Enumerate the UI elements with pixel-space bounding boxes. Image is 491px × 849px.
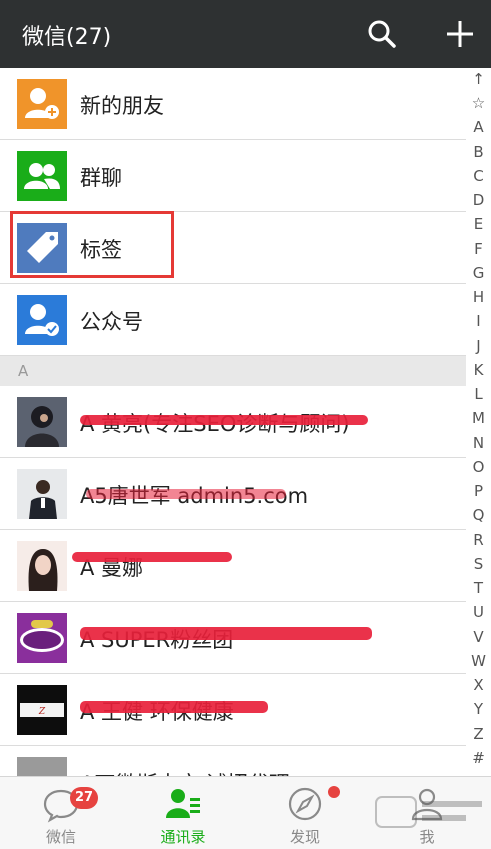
section-letter: A	[18, 362, 29, 380]
top-bar: 微信(27)	[0, 0, 491, 68]
tab-label: 发现	[289, 828, 320, 846]
index-letter[interactable]: Y	[466, 700, 491, 718]
svg-text:Z: Z	[38, 707, 46, 717]
alphabet-index[interactable]: ↑ ☆ A B C D E F G H I J K L M N O P Q R S T U V W X Y Z #	[466, 68, 491, 780]
avatar	[17, 613, 67, 663]
section-header-a: A	[0, 356, 466, 386]
index-letter[interactable]: M	[466, 409, 491, 427]
index-letter[interactable]: U	[466, 603, 491, 621]
highlight-box	[10, 211, 174, 278]
index-letter[interactable]: C	[466, 167, 491, 185]
index-letter[interactable]: P	[466, 482, 491, 500]
index-letter[interactable]: V	[466, 628, 491, 646]
index-letter[interactable]: S	[466, 555, 491, 573]
avatar	[17, 469, 67, 519]
index-letter[interactable]: W	[466, 652, 491, 670]
row-label: 新的朋友	[80, 94, 164, 118]
tab-label: 微信	[45, 828, 76, 846]
index-letter[interactable]: L	[466, 385, 491, 403]
contacts-icon	[164, 785, 202, 823]
redaction-mark	[80, 627, 372, 640]
index-letter[interactable]: D	[466, 191, 491, 209]
page-title: 微信(27)	[22, 25, 112, 50]
index-letter[interactable]: B	[466, 143, 491, 161]
index-letter[interactable]: ☆	[466, 94, 491, 112]
contact-row[interactable]: A5唐世军 admin5.com	[0, 458, 466, 530]
index-letter[interactable]: R	[466, 531, 491, 549]
redaction-mark	[86, 489, 286, 499]
index-letter[interactable]: Z	[466, 725, 491, 743]
index-letter[interactable]: K	[466, 361, 491, 379]
unread-badge: 27	[70, 787, 98, 809]
add-friend-icon	[17, 79, 67, 129]
group-chat-icon	[17, 151, 67, 201]
index-letter[interactable]: O	[466, 458, 491, 476]
official-account-icon	[17, 295, 67, 345]
tab-contacts[interactable]: 通讯录	[122, 777, 244, 849]
plus-icon[interactable]	[443, 17, 477, 51]
index-letter[interactable]: N	[466, 434, 491, 452]
index-letter[interactable]: G	[466, 264, 491, 282]
index-letter[interactable]: A	[466, 118, 491, 136]
index-letter[interactable]: E	[466, 215, 491, 233]
official-accounts-row[interactable]: 公众号	[0, 284, 466, 356]
redaction-mark	[80, 415, 368, 425]
contact-row[interactable]: A 黄亮(专注SEO诊断与顾问)	[0, 386, 466, 458]
group-chats-row[interactable]: 群聊	[0, 140, 466, 212]
avatar: Z	[17, 685, 67, 735]
contact-row[interactable]: Z A 王健 环保健康	[0, 674, 466, 746]
avatar	[17, 541, 67, 591]
watermark	[370, 787, 490, 839]
index-letter[interactable]: T	[466, 579, 491, 597]
redaction-mark	[80, 701, 268, 713]
contact-row[interactable]: A 曼娜	[0, 530, 466, 602]
contact-name: A万微斯内衣 诚招代理	[80, 768, 290, 776]
contact-list: 新的朋友 群聊 标签 公众号 A A 曼娜 A SUPER粉丝团 Z	[0, 68, 466, 776]
avatar	[17, 397, 67, 447]
row-label: 公众号	[80, 310, 143, 334]
index-letter[interactable]: ↑	[466, 70, 491, 88]
row-label: 群聊	[80, 166, 122, 190]
index-letter[interactable]: #	[466, 749, 491, 767]
index-letter[interactable]: F	[466, 240, 491, 258]
contact-row[interactable]: A万微斯内衣 诚招代理	[0, 746, 466, 776]
index-letter[interactable]: J	[466, 337, 491, 355]
search-icon[interactable]	[365, 17, 399, 51]
index-letter[interactable]: H	[466, 288, 491, 306]
tab-label: 通讯录	[160, 828, 206, 846]
new-friends-row[interactable]: 新的朋友	[0, 68, 466, 140]
index-letter[interactable]: X	[466, 676, 491, 694]
tab-chats[interactable]: 27 微信	[0, 777, 122, 849]
contact-row[interactable]: A SUPER粉丝团	[0, 602, 466, 674]
tab-discover[interactable]: 发现	[244, 777, 366, 849]
index-letter[interactable]: Q	[466, 506, 491, 524]
index-letter[interactable]: I	[466, 312, 491, 330]
compass-icon	[286, 785, 324, 823]
avatar	[17, 757, 67, 776]
notification-dot	[328, 786, 340, 798]
redaction-mark	[72, 552, 232, 562]
